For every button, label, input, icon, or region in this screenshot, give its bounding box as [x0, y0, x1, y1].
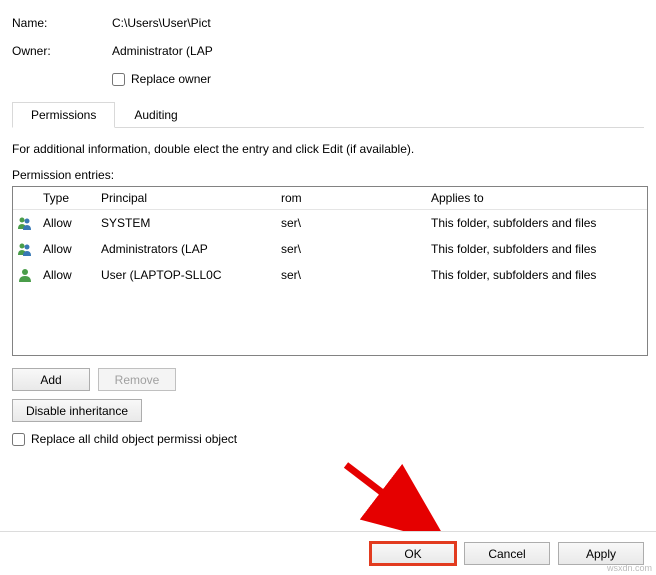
row-type: Allow [37, 266, 95, 284]
table-row[interactable]: Allow SYSTEM ser\ This folder, subfolder… [13, 210, 647, 236]
name-label: Name: [12, 16, 112, 30]
replace-child-checkbox[interactable] [12, 433, 25, 446]
users-icon [13, 239, 37, 259]
row-type: Allow [37, 240, 95, 258]
row-applies: This folder, subfolders and files [425, 240, 647, 258]
header-from[interactable]: rom [275, 187, 425, 209]
cancel-button[interactable]: Cancel [464, 542, 550, 565]
replace-owner-checkbox[interactable] [112, 73, 125, 86]
remove-button[interactable]: Remove [98, 368, 176, 391]
disable-inheritance-button[interactable]: Disable inheritance [12, 399, 142, 422]
dialog-bottom-bar: OK Cancel Apply [0, 531, 656, 575]
table-row[interactable]: Allow User (LAPTOP-SLL0C ser\ This folde… [13, 262, 647, 288]
row-principal: Administrators (LAP [95, 240, 255, 258]
owner-label: Owner: [12, 44, 112, 58]
row-principal: User (LAPTOP-SLL0C [95, 266, 255, 284]
tabs: Permissions Auditing [12, 102, 644, 128]
add-button[interactable]: Add [12, 368, 90, 391]
owner-value: Administrator (LAP [112, 44, 213, 58]
row-access [255, 221, 275, 225]
row-from: ser\ [275, 214, 425, 232]
row-applies: This folder, subfolders and files [425, 266, 647, 284]
users-icon [13, 213, 37, 233]
header-principal[interactable]: Principal [95, 187, 255, 209]
header-icon [13, 187, 37, 209]
user-icon [13, 265, 37, 285]
row-type: Allow [37, 214, 95, 232]
header-type[interactable]: Type [37, 187, 95, 209]
info-text: For additional information, double elect… [12, 142, 644, 156]
tab-auditing[interactable]: Auditing [115, 102, 196, 128]
name-value: C:\Users\User\Pict [112, 16, 644, 30]
permission-entries-table[interactable]: Type Principal rom Applies to Allow SYST… [12, 186, 648, 356]
ok-button[interactable]: OK [370, 542, 456, 565]
apply-button[interactable]: Apply [558, 542, 644, 565]
header-access[interactable] [255, 187, 275, 209]
replace-child-label: Replace all child object permissi object [31, 432, 237, 446]
row-applies: This folder, subfolders and files [425, 214, 647, 232]
entries-label: Permission entries: [12, 168, 644, 182]
tab-permissions[interactable]: Permissions [12, 102, 115, 128]
table-row[interactable]: Allow Administrators (LAP ser\ This fold… [13, 236, 647, 262]
row-from: ser\ [275, 240, 425, 258]
row-access [255, 273, 275, 277]
row-access [255, 247, 275, 251]
row-from: ser\ [275, 266, 425, 284]
replace-owner-label: Replace owner [131, 72, 211, 86]
row-principal: SYSTEM [95, 214, 255, 232]
header-applies[interactable]: Applies to [425, 187, 647, 209]
